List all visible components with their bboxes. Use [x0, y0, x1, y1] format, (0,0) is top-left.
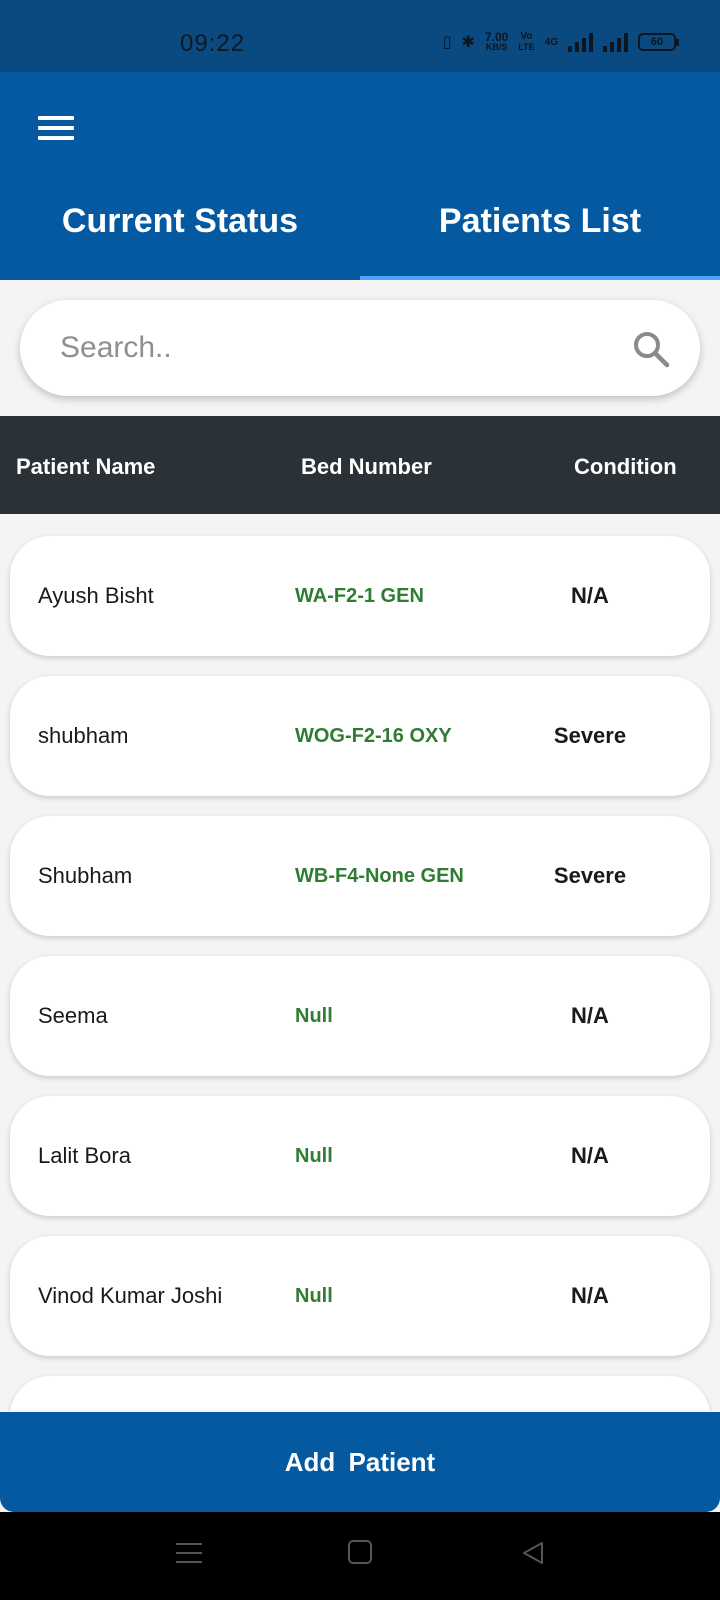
signal-icon [568, 32, 593, 52]
network-type: 4G [544, 36, 558, 48]
column-header-patient-name: Patient Name [16, 454, 156, 479]
volte-icon: Vo LTE [518, 31, 535, 53]
search-bar [20, 300, 700, 396]
back-icon[interactable] [520, 1540, 546, 1566]
table-row[interactable]: Ayush Bisht WA-F2-1 GEN N/A [10, 536, 710, 656]
search-icon[interactable] [632, 330, 670, 368]
net-speed-value: 7.00 [484, 30, 509, 44]
condition: N/A [571, 583, 609, 608]
status-time: 09:22 [180, 30, 246, 57]
system-nav-bar [0, 1512, 720, 1600]
condition: N/A [571, 1283, 609, 1308]
status-icons: ▯ ✱ 7.00 KB/S Vo LTE 4G 60 [442, 30, 679, 53]
table-row[interactable]: shubham WOG-F2-16 OXY Severe [10, 676, 710, 796]
condition: Severe [553, 863, 627, 888]
table-row[interactable]: Lalit Bora Null N/A [10, 1096, 710, 1216]
tab-current-status[interactable]: Current Status [0, 202, 360, 280]
bed-number: Null [295, 1144, 333, 1167]
patient-name [38, 1376, 238, 1410]
table-row[interactable] [10, 1376, 710, 1410]
condition: N/A [571, 1003, 609, 1028]
lte-label: LTE [518, 42, 535, 52]
net-speed: 7.00 KB/S [484, 30, 509, 52]
patient-name: shubham [38, 723, 129, 748]
status-bar: 09:22 ▯ ✱ 7.00 KB/S Vo LTE 4G 60 [0, 0, 720, 72]
patient-name: Ayush Bisht [38, 583, 154, 608]
battery-icon: 60 [638, 33, 679, 51]
volte-label: Vo [520, 31, 533, 42]
tab-patients-list[interactable]: Patients List [360, 202, 720, 280]
patient-name: Lalit Bora [38, 1143, 131, 1168]
patient-name: Vinod Kumar Joshi [38, 1283, 223, 1308]
search-input[interactable] [60, 322, 620, 374]
table-row[interactable]: Seema Null N/A [10, 956, 710, 1076]
table-header: Patient Name Bed Number Condition [0, 416, 720, 514]
bed-number: WB-F4-None GEN [295, 864, 464, 887]
bluetooth-icon: ✱ [461, 34, 475, 51]
tab-indicator [360, 276, 720, 280]
column-header-condition: Condition [574, 454, 677, 479]
app-bar: Current Status Patients List [0, 72, 720, 280]
add-patient-button[interactable]: Add Patient [0, 1412, 720, 1512]
bed-number: Null [295, 1004, 333, 1027]
hamburger-menu-icon[interactable] [38, 114, 74, 142]
bed-number [295, 1376, 475, 1410]
vibrate-icon: ▯ [442, 34, 452, 51]
condition: Severe [553, 723, 627, 748]
condition: N/A [571, 1143, 609, 1168]
table-row[interactable]: Vinod Kumar Joshi Null N/A [10, 1236, 710, 1356]
home-icon[interactable] [348, 1540, 372, 1564]
net-speed-unit: KB/S [485, 42, 508, 52]
patient-list[interactable]: Ayush Bisht WA-F2-1 GEN N/A shubham WOG-… [0, 514, 720, 1410]
patient-name: Shubham [38, 863, 133, 888]
patient-name: Seema [38, 1003, 108, 1028]
condition [500, 1376, 680, 1410]
recent-apps-icon[interactable] [176, 1540, 202, 1566]
signal-icon-2 [603, 32, 628, 52]
bed-number: Null [295, 1284, 333, 1307]
bed-number: WOG-F2-16 OXY [295, 724, 452, 747]
bed-number: WA-F2-1 GEN [295, 584, 424, 607]
column-header-bed-number: Bed Number [301, 454, 432, 479]
table-row[interactable]: Shubham WB-F4-None GEN Severe [10, 816, 710, 936]
